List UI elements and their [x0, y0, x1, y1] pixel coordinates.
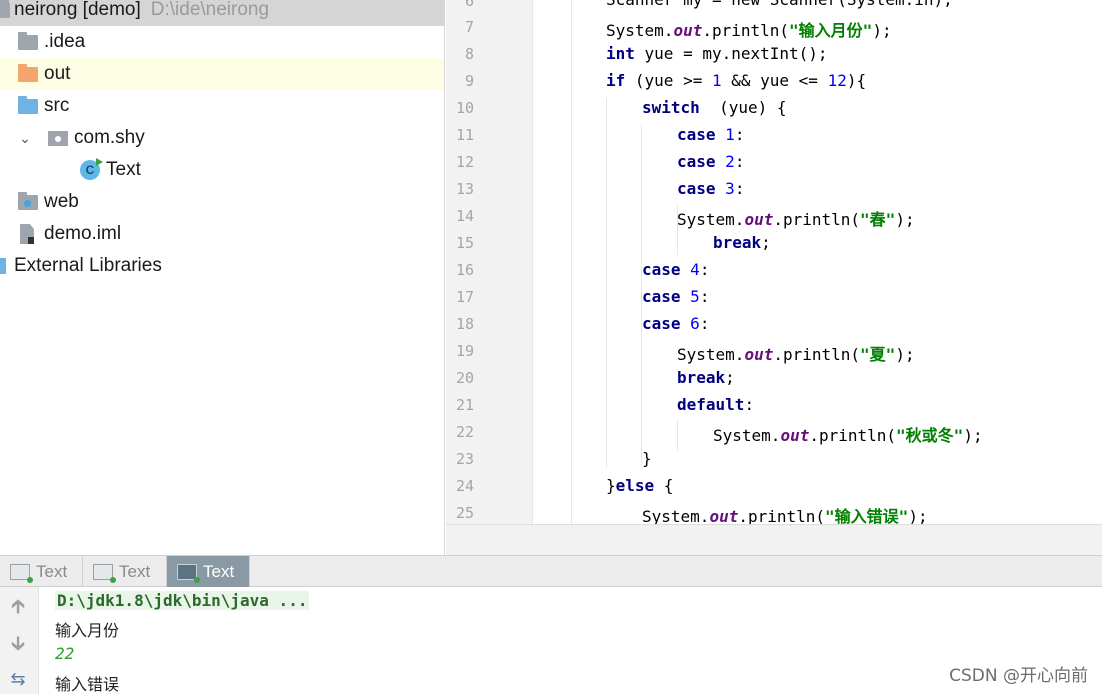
line-number: 20 [455, 369, 474, 387]
java-class-icon: C [80, 158, 103, 180]
console-command-line: D:\jdk1.8\jdk\bin\java ... [55, 591, 310, 610]
tree-item-src[interactable]: src [0, 90, 444, 122]
folder-orange-icon [18, 63, 38, 82]
line-number: 14 [455, 207, 474, 225]
editor-breadcrumb-bar [446, 524, 1102, 556]
run-config-icon [93, 563, 116, 583]
scroll-up-icon[interactable]: 🡱 [7, 595, 29, 617]
line-number: 7 [464, 18, 474, 36]
tree-item-label: web [44, 191, 79, 212]
run-config-icon [10, 563, 33, 583]
code-line: case 1: [677, 125, 745, 144]
tree-item-label: .idea [44, 31, 86, 52]
web-folder-icon [18, 191, 38, 210]
code-line: case 4: [642, 260, 710, 279]
console-user-input: 22 [55, 644, 75, 663]
code-line: if (yue >= 1 && yue <= 12){ [606, 71, 867, 90]
line-number: 21 [455, 396, 474, 414]
code-line: case 3: [677, 179, 745, 198]
tree-item-label: demo.iml [44, 223, 122, 244]
line-number: 6 [464, 0, 474, 10]
tree-item-label: src [44, 95, 70, 116]
console-output-result: 输入错误 [55, 675, 120, 694]
console-output-prompt: 输入月份 [55, 621, 120, 640]
run-tab-1[interactable]: Text [0, 556, 83, 587]
folder-gray-icon [18, 31, 38, 50]
code-line: break; [677, 368, 735, 387]
tree-item-label: com.shy [74, 127, 145, 148]
code-line: case 6: [642, 314, 710, 333]
tree-item-label: out [44, 63, 71, 84]
tree-item-idea[interactable]: .idea [0, 26, 444, 58]
code-line: case 2: [677, 152, 745, 171]
watermark: CSDN @开心向前 [949, 666, 1088, 686]
line-number: 17 [455, 288, 474, 306]
tree-item-external-libraries[interactable]: External Libraries [0, 250, 444, 282]
code-line: switch (yue) { [642, 98, 787, 117]
project-tree-panel: neirong [demo] D:\ide\neirong .idea out … [0, 0, 445, 555]
code-line: System.out.println("输入月份"); [606, 21, 892, 40]
line-number: 10 [455, 99, 474, 117]
code-line: default: [677, 395, 755, 414]
run-tab-3-active[interactable]: Text [167, 556, 250, 587]
line-number: 25 [455, 504, 474, 522]
indent-guide [571, 0, 572, 524]
console-toolbar: 🡱 🡳 ⇆ [0, 587, 39, 694]
line-number: 13 [455, 180, 474, 198]
line-number: 24 [455, 477, 474, 495]
code-line: int yue = my.nextInt(); [606, 44, 828, 63]
run-tab-label: Text [119, 561, 151, 581]
code-line: System.out.println("夏"); [677, 345, 915, 364]
line-number: 9 [464, 72, 474, 90]
run-console[interactable]: 🡱 🡳 ⇆ D:\jdk1.8\jdk\bin\java ... 输入月份 22… [0, 587, 1102, 694]
line-number: 12 [455, 153, 474, 171]
iml-file-icon [20, 224, 34, 244]
code-line: case 5: [642, 287, 710, 306]
tree-root-project[interactable]: neirong [demo] D:\ide\neirong [0, 0, 444, 26]
run-tab-label: Text [36, 561, 68, 581]
tree-item-out[interactable]: out [0, 58, 444, 90]
soft-wrap-icon[interactable]: ⇆ [7, 669, 29, 691]
line-number: 23 [455, 450, 474, 468]
tree-item-demo-iml[interactable]: demo.iml [0, 218, 444, 250]
code-line: System.out.println("春"); [677, 210, 915, 229]
chevron-down-icon[interactable]: ⌄ [14, 130, 36, 147]
line-number: 18 [455, 315, 474, 333]
line-number: 16 [455, 261, 474, 279]
package-icon [48, 130, 68, 146]
run-tab-2[interactable]: Text [83, 556, 167, 587]
tree-item-web[interactable]: web [0, 186, 444, 218]
code-line: }else { [606, 476, 674, 495]
folder-blue-icon [18, 95, 38, 114]
module-icon [0, 0, 10, 18]
indent-guide [606, 98, 607, 468]
line-number: 19 [455, 342, 474, 360]
line-number: 8 [464, 45, 474, 63]
scroll-down-icon[interactable]: 🡳 [7, 632, 29, 654]
tree-item-label: Text [106, 159, 141, 180]
code-line: Scanner my = new Scanner(System.in); [606, 0, 953, 9]
line-number: 11 [455, 126, 474, 144]
code-line: break; [713, 233, 771, 252]
project-path: D:\ide\neirong [150, 0, 270, 20]
line-number: 15 [455, 234, 474, 252]
code-line: System.out.println("秋或冬"); [713, 426, 983, 445]
code-line: } [642, 449, 652, 468]
tree-item-text-class[interactable]: C Text [0, 154, 444, 186]
tree-item-com-shy[interactable]: ⌄ com.shy [0, 122, 444, 154]
libraries-icon [0, 258, 6, 274]
project-name: neirong [demo] [14, 0, 141, 20]
run-tab-label: Text [203, 561, 235, 581]
run-tab-bar: Text Text Text [0, 555, 1102, 587]
line-number-gutter: 6 7 8 9 10 11 12 13 14 15 16 17 18 19 20… [446, 0, 533, 524]
line-number: 22 [455, 423, 474, 441]
tree-item-label: External Libraries [14, 255, 162, 276]
run-config-icon [177, 563, 200, 583]
code-editor[interactable]: 6 7 8 9 10 11 12 13 14 15 16 17 18 19 20… [446, 0, 1102, 526]
indent-guide [677, 420, 678, 450]
